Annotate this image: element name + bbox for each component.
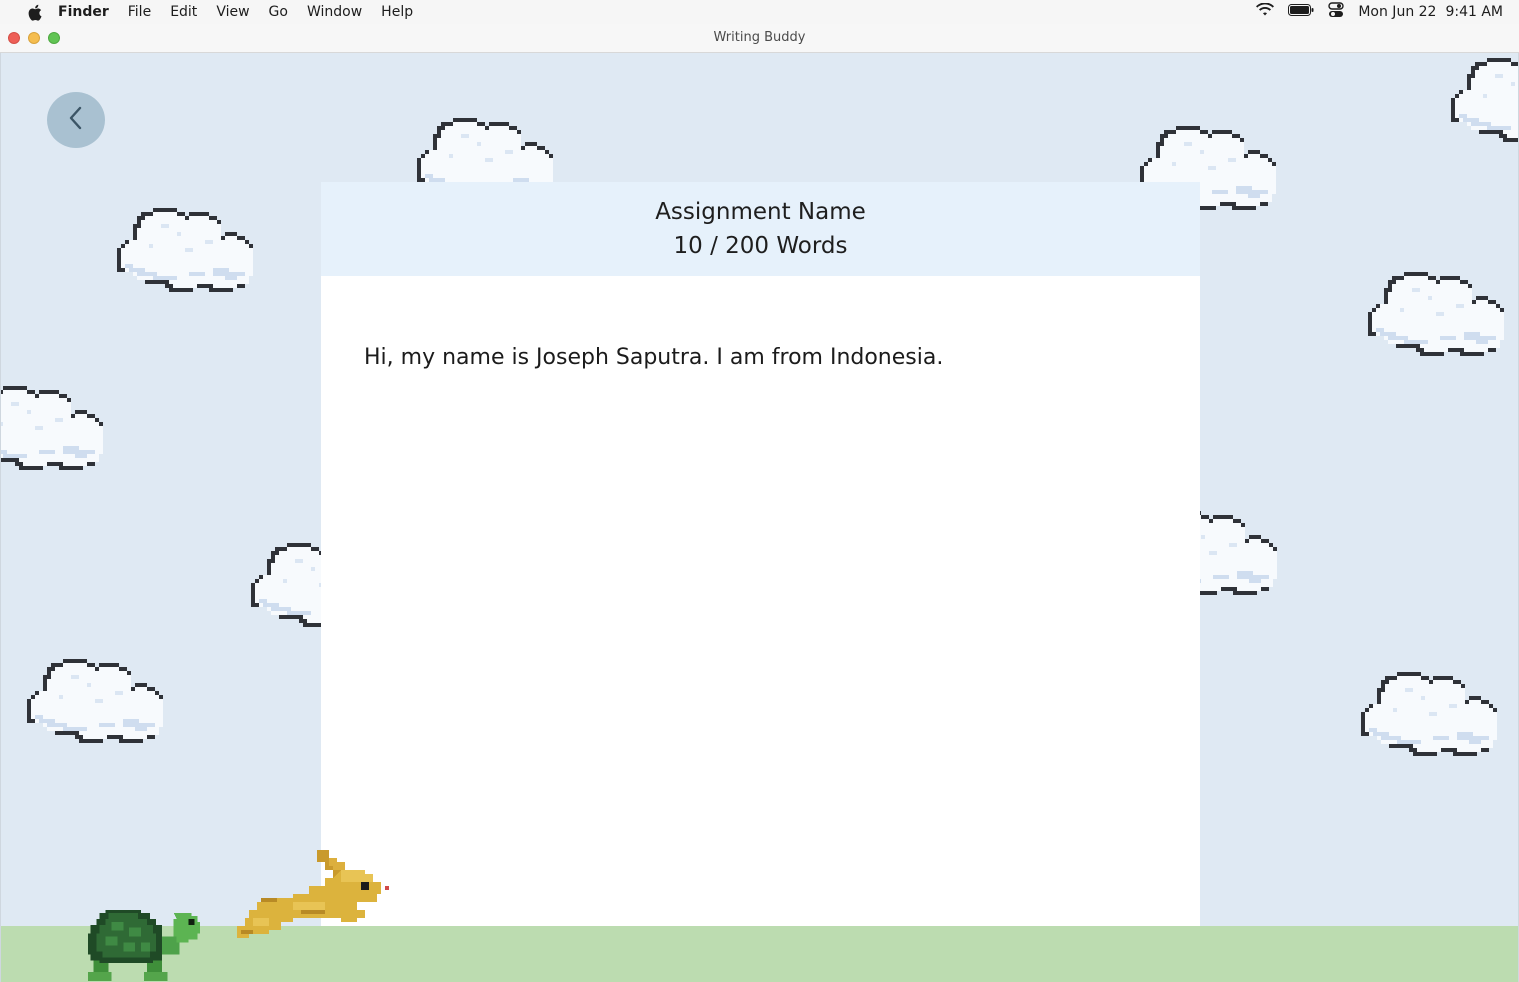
menu-go[interactable]: Go bbox=[269, 4, 288, 20]
menu-window[interactable]: Window bbox=[307, 4, 362, 20]
writing-editor[interactable]: Hi, my name is Joseph Saputra. I am from… bbox=[321, 276, 1200, 926]
writing-panel: Assignment Name 10 / 200 Words Hi, my na… bbox=[321, 182, 1200, 926]
app-scene: Assignment Name 10 / 200 Words Hi, my na… bbox=[0, 53, 1519, 982]
menu-edit[interactable]: Edit bbox=[170, 4, 197, 20]
cloud-icon bbox=[1368, 271, 1504, 365]
assignment-title: Assignment Name bbox=[655, 199, 866, 225]
menu-view[interactable]: View bbox=[216, 4, 249, 20]
assignment-header: Assignment Name 10 / 200 Words bbox=[321, 182, 1200, 276]
cloud-icon bbox=[27, 658, 163, 752]
cloud-icon bbox=[0, 385, 103, 479]
wifi-icon[interactable] bbox=[1256, 2, 1275, 21]
menu-time: 9:41 AM bbox=[1445, 4, 1503, 20]
window-title-bar: Writing Buddy bbox=[0, 24, 1519, 53]
menu-file[interactable]: File bbox=[128, 4, 151, 20]
word-count: 10 / 200 Words bbox=[673, 233, 848, 259]
ground bbox=[1, 926, 1518, 982]
menu-bar: Finder File Edit View Go Window Help Mon… bbox=[0, 0, 1519, 24]
cloud-icon bbox=[117, 207, 253, 301]
chevron-left-icon bbox=[67, 105, 85, 135]
menu-date: Mon Jun 22 bbox=[1358, 4, 1437, 20]
apple-logo-icon[interactable] bbox=[24, 2, 44, 22]
cloud-icon bbox=[1361, 671, 1497, 765]
menu-app-name[interactable]: Finder bbox=[58, 4, 109, 20]
window-title: Writing Buddy bbox=[713, 30, 806, 45]
cloud-icon bbox=[1451, 57, 1519, 151]
battery-icon[interactable] bbox=[1288, 4, 1314, 20]
turtle-icon bbox=[87, 909, 201, 981]
menu-help[interactable]: Help bbox=[381, 4, 413, 20]
back-button[interactable] bbox=[47, 92, 105, 148]
menu-clock[interactable]: Mon Jun 22 9:41 AM bbox=[1358, 4, 1503, 20]
control-center-icon[interactable] bbox=[1328, 2, 1345, 22]
rabbit-icon bbox=[237, 850, 389, 938]
